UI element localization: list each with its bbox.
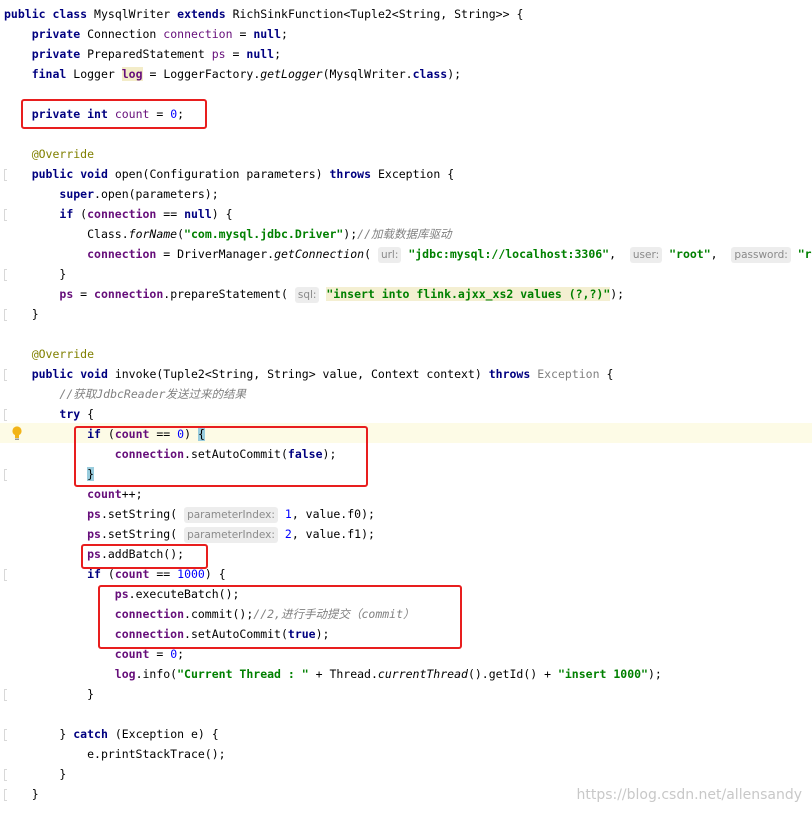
code-line: } [4,687,95,701]
annotation-box-autocommit-false [74,426,368,487]
code-line: count++; [87,487,143,501]
code-line: //获取JdbcReader发送过来的结果 [59,387,246,401]
code-line: log.info("Current Thread : " + Thread.cu… [114,667,662,681]
code-line: super.open(parameters); [59,187,219,201]
parameter-hint: user: [629,247,663,263]
code-line: ps.setString( parameterIndex: 2, value.f… [87,527,375,543]
parameter-hint: sql: [294,287,320,303]
code-line: ps = connection.prepareStatement( sql: "… [59,287,625,303]
annotation-box-count-field [21,99,207,129]
code-line: } catch (Exception e) { [4,727,219,741]
code-line: private PreparedStatement ps = null; [31,47,282,61]
code-line: } [4,267,67,281]
watermark: https://blog.csdn.net/allensandy [576,787,802,803]
code-line: e.printStackTrace(); [87,747,226,761]
code-line: final Logger log = LoggerFactory.getLogg… [31,67,462,81]
code-line: Class.forName("com.mysql.jdbc.Driver");/… [87,227,452,241]
code-editor[interactable]: public class MysqlWriter extends RichSin… [0,0,812,813]
parameter-hint: parameterIndex: [184,507,278,523]
parameter-hint: url: [377,247,402,263]
annotation-box-add-batch [81,544,208,569]
code-line: } [4,787,39,801]
code-line: } [4,767,67,781]
code-line: connection = DriverManager.getConnection… [87,247,812,263]
annotation-box-commit [98,585,462,649]
code-line: public void invoke(Tuple2<String, String… [31,367,614,381]
code-line: try { [59,407,95,421]
code-line: } [4,307,39,321]
code-line: private Connection connection = null; [31,27,288,41]
code-line: public class MysqlWriter extends RichSin… [4,7,524,21]
code-line: @Override [31,147,95,161]
parameter-hint: password: [731,247,791,263]
code-line: public void open(Configuration parameter… [31,167,455,181]
code-line: @Override [31,347,95,361]
code-line: if (connection == null) { [59,207,233,221]
code-line: ps.setString( parameterIndex: 1, value.f… [87,507,375,523]
parameter-hint: parameterIndex: [184,527,278,543]
